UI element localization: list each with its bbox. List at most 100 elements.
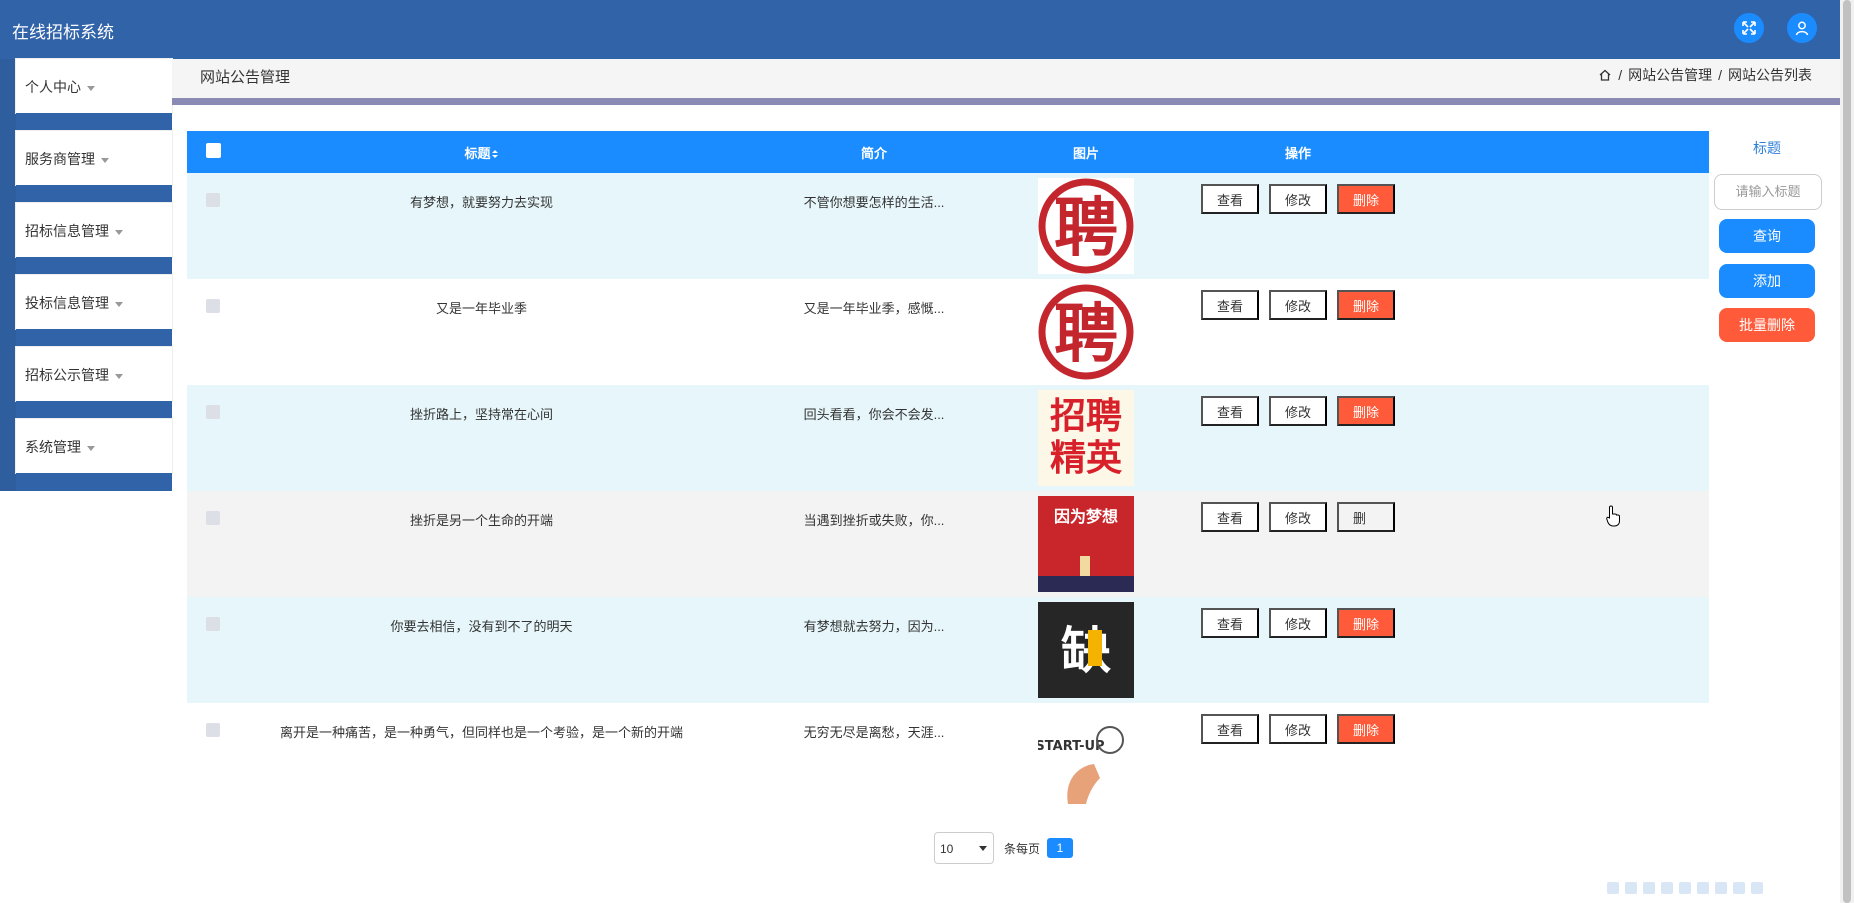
view-button[interactable]: 查看 (1201, 184, 1259, 214)
delete-button[interactable]: 删除 (1337, 396, 1395, 426)
table-row: 离开是一种痛苦，是一种勇气，但同样也是一个考验，是一个新的开端 无穷无尽是离愁，… (187, 703, 1709, 809)
caret-down-icon (87, 445, 95, 451)
sidebar-item-tender-info[interactable]: 招标信息管理 (0, 203, 172, 275)
sidebar-item-label: 招标公示管理 (25, 367, 109, 383)
row-checkbox[interactable] (206, 511, 220, 525)
table-row: 又是一年毕业季 又是一年毕业季，感慨... 聘 查看 修改 删除 (187, 279, 1709, 385)
scrollbar[interactable] (1840, 0, 1854, 903)
sort-icon[interactable] (491, 149, 499, 159)
ime-icon[interactable] (1751, 882, 1763, 894)
row-title: 你要去相信，没有到不了的明天 (390, 619, 573, 634)
row-image: 因为梦想 (1038, 496, 1134, 592)
column-header-actions: 操作 (1148, 131, 1448, 173)
breadcrumb-separator: / (1618, 67, 1623, 83)
caret-down-icon (115, 301, 123, 307)
ime-icon[interactable] (1661, 882, 1673, 894)
title-search-input[interactable]: 请输入标题 (1714, 174, 1822, 210)
sidebar-item-service-provider[interactable]: 服务商管理 (0, 131, 172, 203)
row-image-text: START-UP (1038, 739, 1105, 754)
breadcrumb-item[interactable]: 网站公告管理 (1628, 65, 1712, 85)
view-button[interactable]: 查看 (1201, 502, 1259, 532)
table-row: 挫折是另一个生命的开端 当遇到挫折或失败，你... 因为梦想 查看 修改 删 (187, 491, 1709, 597)
ime-icon[interactable] (1715, 882, 1727, 894)
row-intro: 当遇到挫折或失败，你... (803, 513, 945, 528)
home-icon[interactable] (1598, 68, 1612, 82)
page-title: 网站公告管理 (200, 69, 291, 86)
row-checkbox[interactable] (206, 723, 220, 737)
ime-icon[interactable] (1625, 882, 1637, 894)
user-icon[interactable] (1787, 13, 1817, 43)
add-button[interactable]: 添加 (1719, 264, 1815, 298)
sidebar-item-label: 投标信息管理 (25, 295, 109, 311)
sidebar: 个人中心 服务商管理 招标信息管理 投标信息管理 招标公示管理 系统管理 (0, 59, 172, 491)
row-checkbox[interactable] (206, 617, 220, 631)
page-header (172, 59, 1840, 98)
page-size-value: 10 (940, 842, 954, 856)
row-checkbox[interactable] (206, 405, 220, 419)
edit-button[interactable]: 修改 (1269, 714, 1327, 744)
batch-delete-button[interactable]: 批量删除 (1719, 308, 1815, 342)
column-header-title[interactable]: 标题 (239, 131, 724, 173)
row-intro: 回头看看，你会不会发... (803, 407, 945, 422)
row-image-text: 缺 (1061, 622, 1111, 680)
chevron-down-icon (979, 846, 987, 851)
row-title: 离开是一种痛苦，是一种勇气，但同样也是一个考验，是一个新的开端 (279, 725, 683, 740)
delete-button[interactable]: 删除 (1337, 184, 1395, 214)
top-bar: 在线招标系统 (0, 0, 1840, 59)
caret-down-icon (115, 373, 123, 379)
view-button[interactable]: 查看 (1201, 608, 1259, 638)
sidebar-item-label: 招标信息管理 (25, 223, 109, 239)
row-checkbox[interactable] (206, 193, 220, 207)
row-title: 挫折是另一个生命的开端 (409, 513, 553, 528)
edit-button[interactable]: 修改 (1269, 184, 1327, 214)
caret-down-icon (115, 229, 123, 235)
row-intro: 无穷无尽是离愁，天涯... (803, 725, 945, 740)
sidebar-item-system[interactable]: 系统管理 (0, 419, 172, 491)
view-button[interactable]: 查看 (1201, 396, 1259, 426)
row-title: 有梦想，就要努力去实现 (409, 195, 553, 210)
row-image-text: 因为梦想 (1054, 507, 1118, 526)
row-image: 聘 (1038, 178, 1134, 274)
row-checkbox[interactable] (206, 299, 220, 313)
sidebar-item-label: 系统管理 (25, 439, 81, 455)
view-button[interactable]: 查看 (1201, 714, 1259, 744)
select-all-checkbox[interactable] (205, 143, 221, 158)
ime-icon[interactable] (1643, 882, 1655, 894)
sidebar-item-bid-info[interactable]: 投标信息管理 (0, 275, 172, 347)
edit-button[interactable]: 修改 (1269, 502, 1327, 532)
row-image-text: 聘 (1054, 298, 1118, 372)
ime-icon[interactable] (1733, 882, 1745, 894)
row-intro: 又是一年毕业季，感慨... (803, 301, 945, 316)
row-image-text: 聘 (1054, 192, 1118, 266)
delete-button[interactable]: 删除 (1337, 290, 1395, 320)
table-row: 有梦想，就要努力去实现 不管你想要怎样的生活... 聘 查看 修改 删除 (187, 173, 1709, 279)
delete-button[interactable]: 删除 (1337, 608, 1395, 638)
table-header-row: 标题 简介 图片 操作 (187, 131, 1709, 173)
sidebar-item-label: 个人中心 (25, 79, 81, 95)
row-title: 又是一年毕业季 (435, 301, 527, 316)
breadcrumb-separator: / (1718, 67, 1722, 83)
expand-icon[interactable] (1734, 13, 1764, 43)
ime-icon[interactable] (1697, 882, 1709, 894)
view-button[interactable]: 查看 (1201, 290, 1259, 320)
sidebar-item-tender-notice[interactable]: 招标公示管理 (0, 347, 172, 419)
column-header-image: 图片 (1024, 131, 1148, 173)
ime-toolbar[interactable] (1607, 882, 1763, 894)
sidebar-item-personal-center[interactable]: 个人中心 (0, 59, 172, 131)
page-number-button[interactable]: 1 (1047, 838, 1073, 858)
ime-icon[interactable] (1679, 882, 1691, 894)
ime-icon[interactable] (1607, 882, 1619, 894)
app-title: 在线招标系统 (12, 23, 114, 42)
divider (172, 98, 1840, 105)
delete-button[interactable]: 删除 (1337, 714, 1395, 744)
row-image-text: 招聘精英 (1049, 396, 1122, 479)
edit-button[interactable]: 修改 (1269, 608, 1327, 638)
table-row: 挫折路上，坚持常在心间 回头看看，你会不会发... 招聘精英 查看 修改 删除 (187, 385, 1709, 491)
query-button[interactable]: 查询 (1719, 219, 1815, 253)
edit-button[interactable]: 修改 (1269, 396, 1327, 426)
delete-button[interactable]: 删 (1337, 502, 1395, 532)
page-size-select[interactable]: 10 (934, 832, 994, 864)
edit-button[interactable]: 修改 (1269, 290, 1327, 320)
row-intro: 有梦想就去努力，因为... (803, 619, 945, 634)
row-image: 缺 (1038, 602, 1134, 698)
